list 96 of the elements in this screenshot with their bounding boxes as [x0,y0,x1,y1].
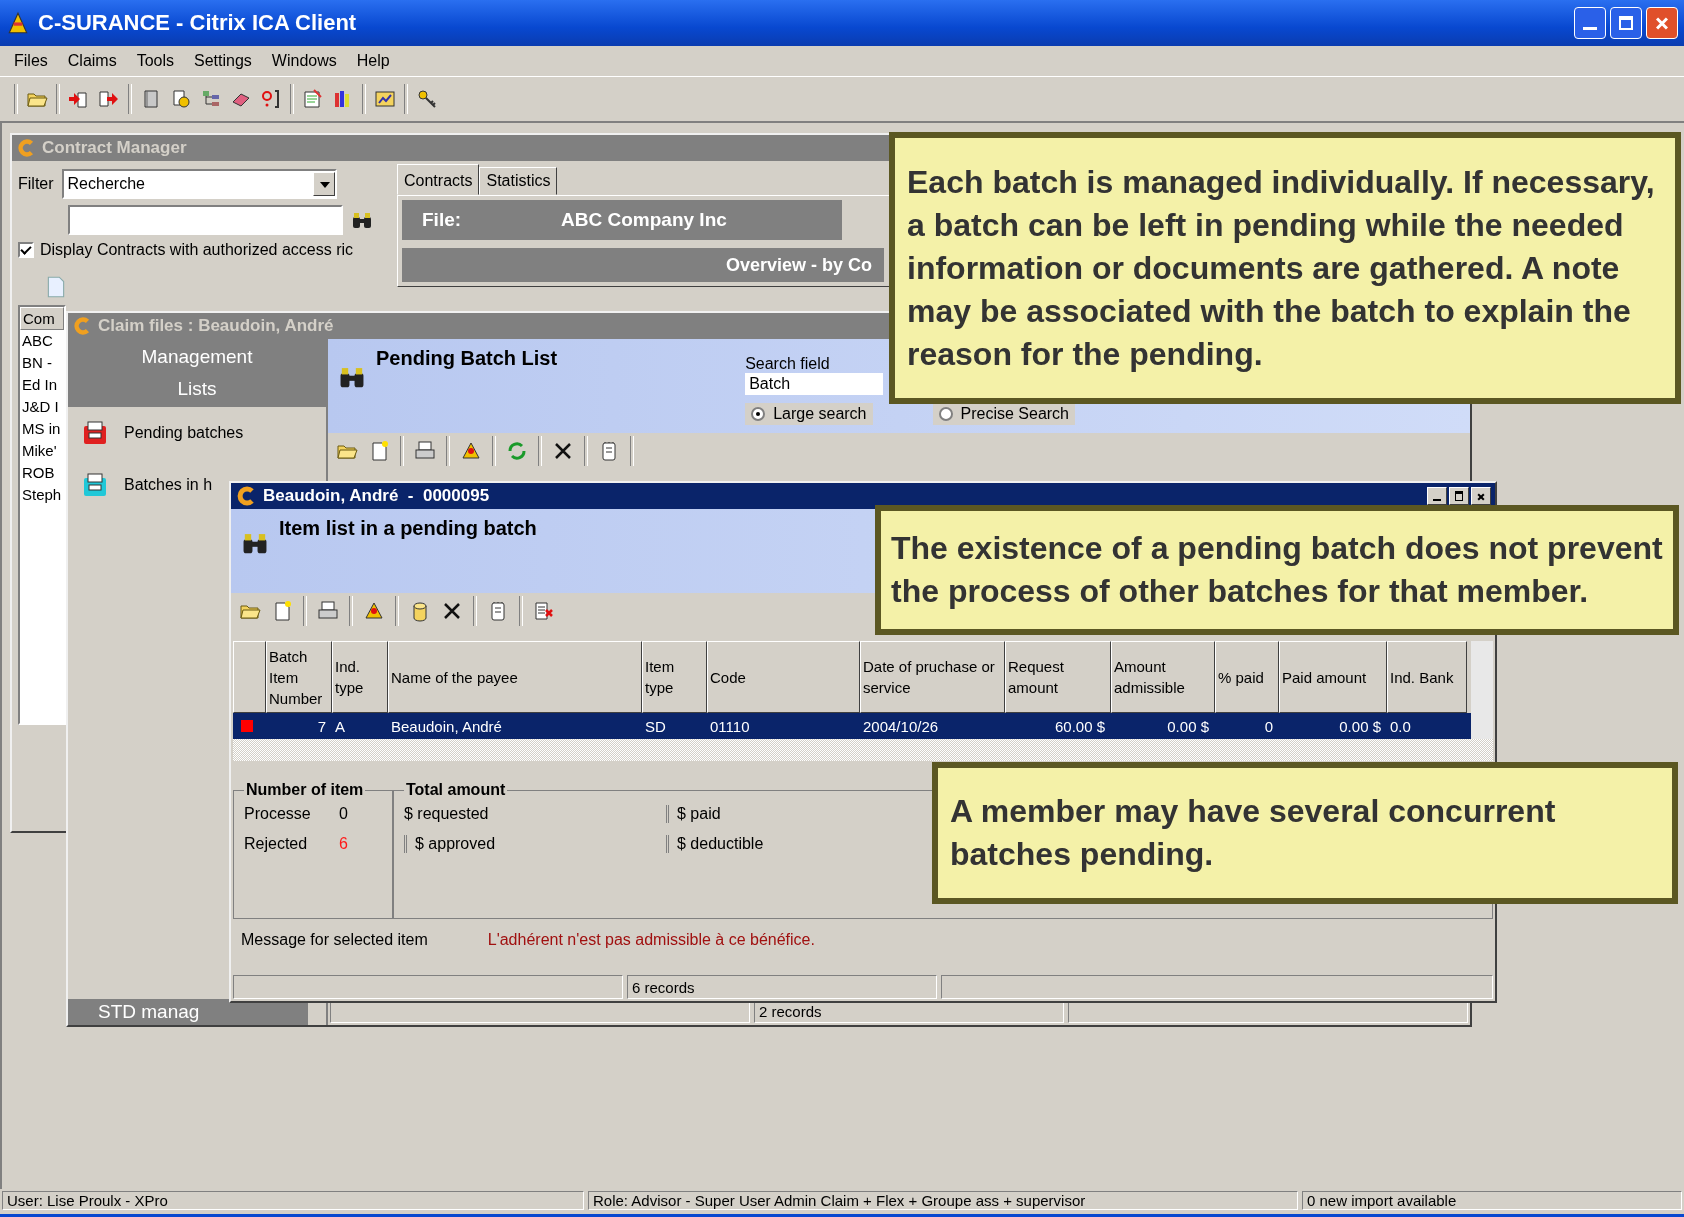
status-text: 0 new import available [1302,1191,1682,1210]
count-label: Processe [244,805,312,823]
record-count: 6 records [627,975,937,999]
column-header[interactable]: Paid amount [1279,641,1387,713]
list-item[interactable]: Mike' [20,440,64,462]
count-value: 6 [339,835,349,853]
menu-item[interactable]: Windows [261,52,347,70]
menu-item[interactable]: Tools [126,52,185,70]
table-cell-text: SD [644,716,667,737]
file-name: ABC Company Inc [561,209,727,231]
tab[interactable]: Statistics [479,167,558,195]
checkbox[interactable] [18,242,34,258]
callout-note: The existence of a pending batch does not prevent the process of other batches for that member. [875,505,1679,635]
column-header[interactable]: Code [707,641,860,713]
callout-note: A member may have several concurrent batches pending. [932,762,1678,904]
logo-icon [16,138,36,158]
total-label: $ approved [404,835,666,853]
column-header[interactable]: Ind. type [332,641,388,713]
column-header[interactable]: Name of the payee [388,641,642,713]
panel-footer[interactable]: STD manag [68,999,308,1025]
menu-item[interactable]: Settings [184,52,262,70]
tab[interactable]: Contracts [397,164,480,195]
print-icon[interactable] [414,440,436,462]
minimize-button[interactable] [1427,487,1447,505]
checkbox-label: Display Contracts with authorized access ric [40,241,353,259]
column-header[interactable]: Batch Item Number [266,641,332,713]
column-header[interactable]: Ind. Bank [1387,641,1467,713]
app-icon [6,11,30,35]
header-corner [233,641,266,713]
table-cell-text: 60.00 $ [1053,716,1106,737]
group-title: Total amount [405,781,507,799]
list-item[interactable]: ABC [20,330,64,352]
list-item[interactable]: MS in [20,418,64,440]
horizontal-scrollbar[interactable] [233,739,1493,761]
callout-note: Each batch is managed individually. If necessary, a batch can be left in pending while the needed information or documents are gathered. A note may be associated with the batch to explain the reason for the pending. [889,132,1681,404]
document-x-icon[interactable] [533,600,555,622]
menu-item[interactable]: Claims [57,52,127,70]
chart-icon[interactable] [374,88,396,110]
table-cell-text: A [334,716,346,737]
menu-item[interactable]: Help [346,52,400,70]
status-text: Role: Advisor - Super User Admin Claim + Flex + Groupe ass + supervisor [588,1191,1298,1210]
table-cell-text: 0.00 $ [1166,716,1210,737]
drawer-icon [82,472,108,498]
key-icon[interactable] [416,88,438,110]
notes-icon[interactable] [302,88,324,110]
column-header[interactable]: % paid [1215,641,1279,713]
count-value: 0 [339,805,349,823]
vertical-scrollbar[interactable] [1471,641,1493,739]
window-title: Beaudoin, André - 0000095 [231,483,1495,509]
column-header[interactable]: Com [20,307,64,330]
list-item[interactable]: ROB [20,462,64,484]
radio-option[interactable]: Large search [745,403,873,425]
list-title: Item list in a pending batch [279,517,537,541]
overview-bar: Overview - by Co [402,248,884,282]
drawer-icon [82,420,108,446]
search-label: Search field [745,355,830,373]
filter-label: Filter [18,175,54,193]
list-item[interactable]: Steph [20,484,64,506]
list-item[interactable]: Ed In [20,374,64,396]
column-header[interactable]: Item type [642,641,707,713]
list-item[interactable]: J&D I [20,396,64,418]
gear-document-icon[interactable] [170,88,192,110]
table-cell-text: 0 [1263,716,1274,737]
dropdown-button[interactable] [312,172,335,196]
table-cell-text: 0.00 $ [1338,716,1382,737]
search-field[interactable] [68,205,343,235]
maximize-button[interactable] [1449,487,1469,505]
table-cell-text: 7 [316,716,327,737]
list-title: Pending Batch List [376,347,558,371]
count-label: Rejected [244,835,309,853]
side-item[interactable]: Pending batches [68,407,326,459]
window-title: C-SURANCE - Citrix ICA Client [38,10,357,36]
menu-item[interactable]: Files [4,52,58,70]
file-label: File: [422,209,462,231]
column-header[interactable]: Request amount [1005,641,1111,713]
total-label: $ requested [404,805,490,823]
logo-icon [72,316,92,336]
print-icon[interactable] [317,600,339,622]
table-cell-text: Beaudoin, André [390,716,503,737]
radio-option[interactable]: Precise Search [932,403,1075,425]
group-title: Number of item [245,781,365,799]
table-row[interactable]: 7 A Beaudoin, André SD 01110 2004/10/26 60.00 $ 0.00 $ 0 0.00 $ 0.0 [233,713,1471,739]
list-item[interactable]: BN - [20,352,64,374]
table-cell-text: 2004/10/26 [862,716,940,737]
panel-header: Management Lists [68,339,326,407]
search-field[interactable]: Batch [745,373,884,395]
filter-dropdown[interactable]: Recherche [61,169,337,199]
status-text: User: Lise Proulx - XPro [2,1191,584,1210]
column-header[interactable]: Date of pruchase or service [860,641,1005,713]
message-text: L'adhérent n'est pas admissible à ce bénéfice. [487,931,815,949]
table-cell-text: 0.0 [1389,716,1412,737]
table-cell-text: 01110 [709,716,751,737]
export-icon[interactable] [98,88,120,110]
message-label: Message for selected item [241,931,428,949]
close-button[interactable] [1471,487,1491,505]
column-header[interactable]: Amount admissible [1111,641,1215,713]
